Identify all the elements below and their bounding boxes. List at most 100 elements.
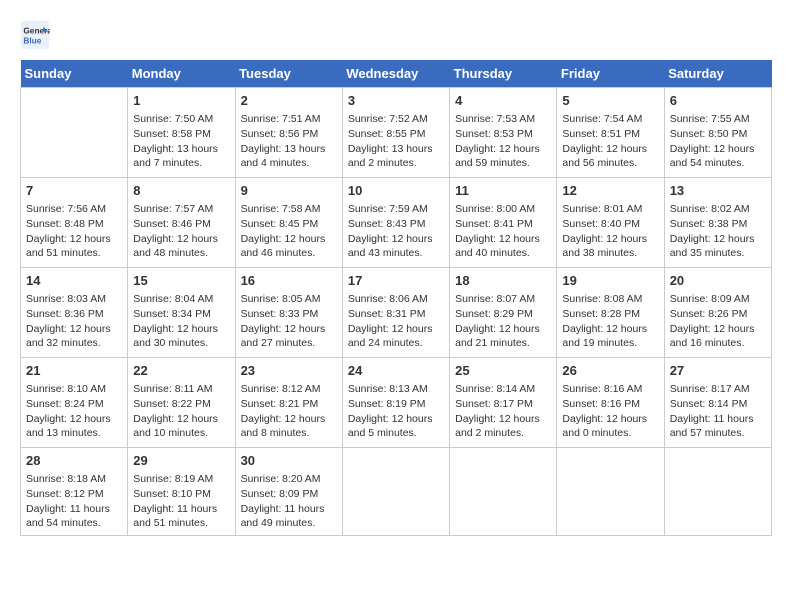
- calendar-cell: 7Sunrise: 7:56 AMSunset: 8:48 PMDaylight…: [21, 178, 128, 268]
- calendar-cell: 18Sunrise: 8:07 AMSunset: 8:29 PMDayligh…: [450, 268, 557, 358]
- day-number: 15: [133, 272, 229, 290]
- cell-text-line: Sunrise: 7:52 AM: [348, 112, 444, 127]
- day-number: 11: [455, 182, 551, 200]
- cell-text-line: Sunrise: 7:58 AM: [241, 202, 337, 217]
- day-number: 1: [133, 92, 229, 110]
- calendar-cell: [342, 448, 449, 536]
- calendar-week-row: 1 Sunrise: 7:50 AMSunset: 8:58 PM Daylight…: [21, 88, 772, 178]
- cell-text-line: Sunset: 8:14 PM: [670, 397, 766, 412]
- cell-text-line: Daylight: 12 hours: [241, 412, 337, 427]
- cell-text-line: Sunset: 8:43 PM: [348, 217, 444, 232]
- cell-text-line: Daylight: 12 hours: [26, 322, 122, 337]
- cell-text-line: Sunrise: 7:56 AM: [26, 202, 122, 217]
- calendar-cell: [21, 88, 128, 178]
- cell-text-line: Sunset: 8:31 PM: [348, 307, 444, 322]
- cell-text-line: Daylight: 12 hours: [455, 232, 551, 247]
- day-number: 7: [26, 182, 122, 200]
- calendar-cell: 17Sunrise: 8:06 AMSunset: 8:31 PMDayligh…: [342, 268, 449, 358]
- day-number: 13: [670, 182, 766, 200]
- cell-text-line: Sunrise: 7:50 AM: [133, 112, 229, 127]
- cell-text-line: Daylight: 12 hours: [455, 412, 551, 427]
- weekday-header: Saturday: [664, 60, 771, 88]
- day-number: 19: [562, 272, 658, 290]
- calendar-cell: 13Sunrise: 8:02 AMSunset: 8:38 PMDayligh…: [664, 178, 771, 268]
- cell-text-line: and 0 minutes.: [562, 426, 658, 441]
- cell-text-line: Sunrise: 8:19 AM: [133, 472, 229, 487]
- calendar-cell: 6 Sunrise: 7:55 AMSunset: 8:50 PMDaylight…: [664, 88, 771, 178]
- cell-text-line: and 21 minutes.: [455, 336, 551, 351]
- cell-text-line: Daylight: 12 hours: [455, 322, 551, 337]
- day-number: 4: [455, 92, 551, 110]
- cell-text-line: and 8 minutes.: [241, 426, 337, 441]
- cell-text-line: Sunrise: 8:13 AM: [348, 382, 444, 397]
- day-number: 10: [348, 182, 444, 200]
- day-number: 17: [348, 272, 444, 290]
- cell-text-line: Sunset: 8:10 PM: [133, 487, 229, 502]
- cell-text-line: Daylight: 12 hours: [133, 232, 229, 247]
- cell-text-line: Daylight: 12 hours: [670, 142, 766, 157]
- cell-text-line: Daylight: 12 hours: [241, 322, 337, 337]
- cell-text-line: Sunrise: 8:14 AM: [455, 382, 551, 397]
- cell-text-line: Sunset: 8:19 PM: [348, 397, 444, 412]
- calendar-cell: 25Sunrise: 8:14 AMSunset: 8:17 PMDayligh…: [450, 358, 557, 448]
- cell-text-line: Sunset: 8:51 PM: [562, 127, 658, 142]
- weekday-header: Tuesday: [235, 60, 342, 88]
- cell-text-line: and 57 minutes.: [670, 426, 766, 441]
- cell-text-line: Sunrise: 7:57 AM: [133, 202, 229, 217]
- cell-text-line: and 48 minutes.: [133, 246, 229, 261]
- cell-text-line: Sunrise: 8:08 AM: [562, 292, 658, 307]
- cell-text-line: and 43 minutes.: [348, 246, 444, 261]
- calendar-week-row: 14Sunrise: 8:03 AMSunset: 8:36 PMDayligh…: [21, 268, 772, 358]
- cell-text-line: Sunset: 8:12 PM: [26, 487, 122, 502]
- cell-text-line: Daylight: 12 hours: [562, 322, 658, 337]
- cell-text-line: Sunrise: 7:55 AM: [670, 112, 766, 127]
- calendar-cell: 24Sunrise: 8:13 AMSunset: 8:19 PMDayligh…: [342, 358, 449, 448]
- cell-text-line: Daylight: 12 hours: [133, 412, 229, 427]
- calendar-cell: 30Sunrise: 8:20 AMSunset: 8:09 PMDayligh…: [235, 448, 342, 536]
- cell-text-line: and 35 minutes.: [670, 246, 766, 261]
- calendar-cell: 1Sunrise: 7:50 AMSunset: 8:58 PMDaylight…: [128, 88, 235, 178]
- svg-text:Blue: Blue: [23, 35, 41, 45]
- cell-text-line: Sunrise: 8:11 AM: [133, 382, 229, 397]
- day-number: 22: [133, 362, 229, 380]
- cell-text-line: Sunrise: 8:16 AM: [562, 382, 658, 397]
- cell-text-line: Sunset: 8:36 PM: [26, 307, 122, 322]
- cell-text-line: Daylight: 12 hours: [26, 412, 122, 427]
- cell-text-line: Sunrise: 8:04 AM: [133, 292, 229, 307]
- day-number: 14: [26, 272, 122, 290]
- calendar-cell: [450, 448, 557, 536]
- day-number: 5: [562, 92, 658, 110]
- cell-text-line: Sunset: 8:50 PM: [670, 127, 766, 142]
- day-number: 29: [133, 452, 229, 470]
- cell-text-line: Sunset: 8:41 PM: [455, 217, 551, 232]
- logo: General Blue: [20, 20, 54, 50]
- cell-text-line: and 10 minutes.: [133, 426, 229, 441]
- cell-text-line: Sunrise: 7:59 AM: [348, 202, 444, 217]
- day-number: 25: [455, 362, 551, 380]
- calendar-cell: 28Sunrise: 8:18 AMSunset: 8:12 PMDayligh…: [21, 448, 128, 536]
- day-number: 16: [241, 272, 337, 290]
- cell-text-line: and 51 minutes.: [133, 516, 229, 531]
- cell-text-line: and 16 minutes.: [670, 336, 766, 351]
- calendar-cell: [557, 448, 664, 536]
- calendar-cell: 21Sunrise: 8:10 AMSunset: 8:24 PMDayligh…: [21, 358, 128, 448]
- calendar-cell: 2Sunrise: 7:51 AMSunset: 8:56 PMDaylight…: [235, 88, 342, 178]
- cell-text-line: Sunset: 8:29 PM: [455, 307, 551, 322]
- calendar-cell: 5Sunrise: 7:54 AMSunset: 8:51 PMDaylight…: [557, 88, 664, 178]
- cell-text-line: Daylight: 12 hours: [133, 322, 229, 337]
- cell-text-line: Sunset: 8:46 PM: [133, 217, 229, 232]
- weekday-header: Wednesday: [342, 60, 449, 88]
- calendar-cell: 29Sunrise: 8:19 AMSunset: 8:10 PMDayligh…: [128, 448, 235, 536]
- cell-text-line: Sunset: 8:58 PM: [133, 127, 229, 142]
- day-number: 20: [670, 272, 766, 290]
- day-number: 6: [670, 92, 766, 110]
- cell-text-line: and 30 minutes.: [133, 336, 229, 351]
- cell-text-line: Sunrise: 8:03 AM: [26, 292, 122, 307]
- cell-text-line: Sunset: 8:16 PM: [562, 397, 658, 412]
- calendar-cell: [664, 448, 771, 536]
- calendar-cell: 16Sunrise: 8:05 AMSunset: 8:33 PMDayligh…: [235, 268, 342, 358]
- day-number: 21: [26, 362, 122, 380]
- weekday-header-row: SundayMondayTuesdayWednesdayThursdayFrid…: [21, 60, 772, 88]
- calendar-cell: 11Sunrise: 8:00 AMSunset: 8:41 PMDayligh…: [450, 178, 557, 268]
- calendar-cell: 22Sunrise: 8:11 AMSunset: 8:22 PMDayligh…: [128, 358, 235, 448]
